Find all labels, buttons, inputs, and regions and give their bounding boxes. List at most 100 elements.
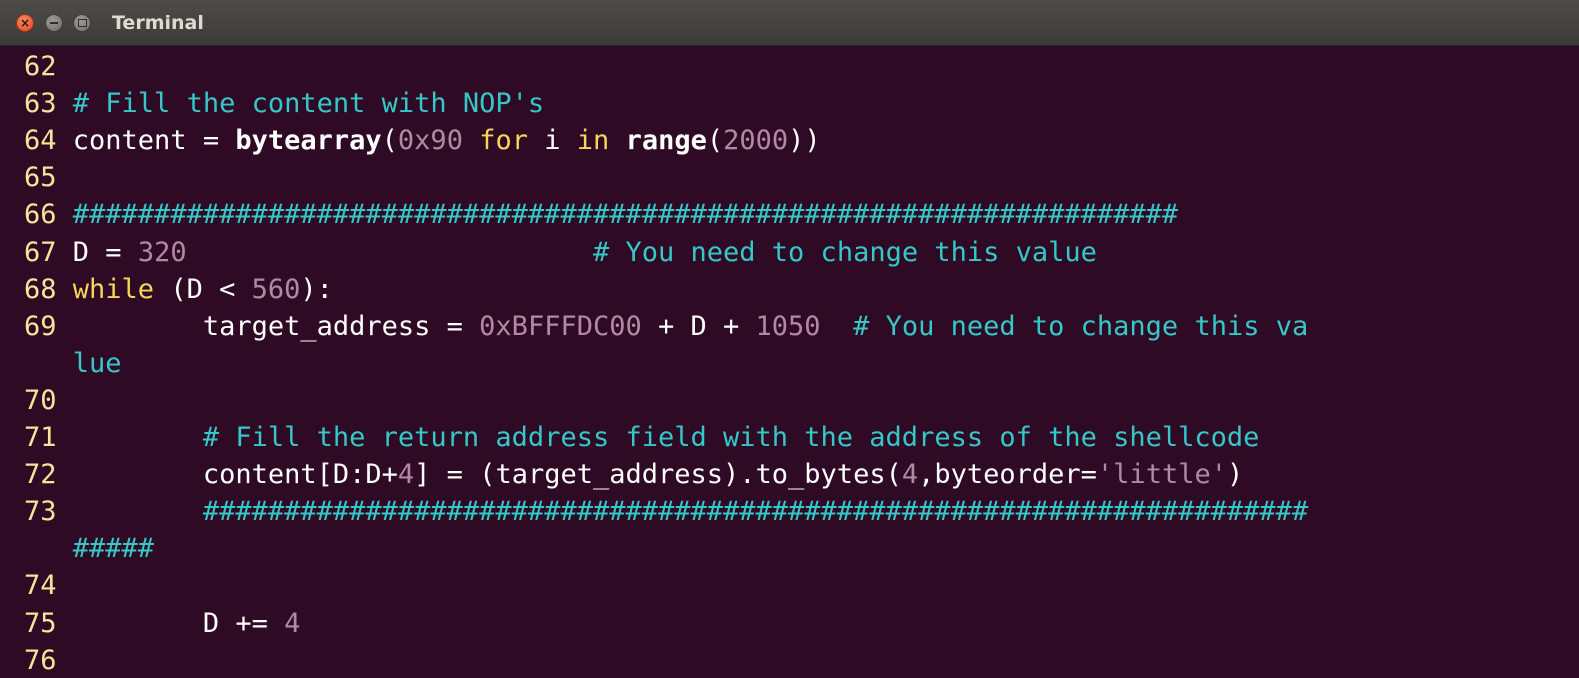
code-line: 66 #####################################… <box>24 196 1178 233</box>
line-number: 75 <box>24 607 57 639</box>
code-token: in <box>576 125 610 157</box>
code-token: # Fill the return address field with the… <box>202 422 1260 453</box>
line-number: 74 <box>24 570 57 602</box>
line-gutter-gap <box>57 88 73 119</box>
code-token: ) <box>1226 459 1244 491</box>
code-token: for <box>479 125 528 157</box>
code-line-wrap: ##### <box>24 530 154 567</box>
code-token: ########################################… <box>72 199 1179 231</box>
code-line: 73 #####################################… <box>24 493 1308 530</box>
code-token: 0xBFFFDC00 <box>479 310 642 342</box>
code-line: 75 D += 4 <box>24 605 300 642</box>
line-gutter-gap <box>57 237 73 268</box>
code-line: 65 <box>24 159 73 196</box>
code-line: 76 <box>24 642 73 678</box>
window-title: Terminal <box>112 12 204 34</box>
line-gutter-gap <box>57 422 73 453</box>
line-gutter-gap <box>57 533 73 564</box>
line-number: 67 <box>24 236 57 268</box>
code-token: D = <box>72 236 138 268</box>
code-token: ( <box>706 125 724 157</box>
line-number: 64 <box>24 125 57 157</box>
code-line: 68 while (D < 560): <box>24 271 333 308</box>
code-token: # You need to change this value <box>592 236 1097 268</box>
code-token: content = <box>72 125 236 157</box>
code-token: 1050 <box>755 310 821 342</box>
line-number: 71 <box>24 422 57 453</box>
code-line: 74 <box>24 567 73 604</box>
line-number: 63 <box>24 88 57 120</box>
code-line: 67 D = 320 # You need to change this val… <box>24 234 1097 271</box>
code-token: content[D:D+ <box>202 459 398 491</box>
code-line: 69 target_address = 0xBFFFDC00 + D + 105… <box>24 308 1308 345</box>
code-token: ] = (target_address).to_bytes( <box>414 459 902 491</box>
line-number: 68 <box>24 273 57 305</box>
code-line: 62 <box>24 48 73 85</box>
code-token: while <box>72 273 155 305</box>
maximize-icon[interactable] <box>73 14 91 32</box>
line-number: 72 <box>24 459 57 491</box>
code-token: 320 <box>137 236 187 268</box>
code-token: (D < <box>154 273 252 305</box>
line-gutter-gap <box>57 311 73 342</box>
code-token: range <box>625 125 707 157</box>
line-number: 62 <box>24 51 57 82</box>
code-token: 4 <box>284 607 301 639</box>
code-token: target_address = <box>202 310 480 342</box>
code-token: D += <box>202 607 285 639</box>
code-line: 63 # Fill the content with NOP's <box>24 85 544 122</box>
line-number: 66 <box>24 199 57 231</box>
line-gutter-gap <box>57 570 73 601</box>
line-number: 73 <box>24 496 57 528</box>
line-number: 65 <box>24 162 57 194</box>
line-gutter-gap <box>57 608 73 639</box>
code-line-wrap: lue <box>24 345 122 382</box>
line-gutter-gap <box>57 348 73 379</box>
line-gutter-gap <box>57 51 73 82</box>
code-token: ,byteorder= <box>918 459 1097 491</box>
title-bar[interactable]: × Terminal <box>0 0 1579 46</box>
code-token: 2000 <box>723 125 789 157</box>
line-number: 76 <box>24 644 57 676</box>
code-line: 70 <box>24 382 73 419</box>
code-line: 72 content[D:D+4] = (target_address).to_… <box>24 456 1243 493</box>
code-token: 'little' <box>1096 459 1227 491</box>
line-gutter-gap <box>57 199 73 230</box>
code-line: 64 content = bytearray(0x90 for i in ran… <box>24 122 821 159</box>
code-token: ): <box>300 273 333 305</box>
line-gutter-gap <box>57 125 73 156</box>
code-token: 4 <box>901 459 919 491</box>
code-token: ########################################… <box>202 496 1309 528</box>
line-gutter-gap <box>57 496 73 527</box>
line-gutter-gap <box>57 274 73 305</box>
code-token: 0x90 <box>397 125 463 157</box>
line-gutter-gap <box>57 459 73 490</box>
code-token: i <box>528 125 577 157</box>
code-token: ##### <box>72 533 155 565</box>
close-icon[interactable]: × <box>16 14 34 32</box>
minimize-icon[interactable] <box>45 14 63 32</box>
code-editor[interactable]: 62 63 # Fill the content with NOP's 64 co… <box>0 46 1579 678</box>
line-number <box>24 533 57 564</box>
code-token: 560 <box>251 273 301 305</box>
code-token: # Fill the content with NOP's <box>72 88 545 120</box>
terminal-window: × Terminal 62 63 # Fill the content with… <box>0 0 1579 678</box>
code-token: 4 <box>397 459 415 491</box>
line-number <box>24 348 57 379</box>
code-token: lue <box>72 347 122 379</box>
code-token: # You need to change this va <box>853 310 1309 342</box>
code-token: bytearray <box>235 125 382 157</box>
code-token: ( <box>381 125 398 157</box>
line-gutter-gap <box>57 385 73 416</box>
line-gutter-gap <box>57 645 73 676</box>
line-number: 70 <box>24 384 57 416</box>
